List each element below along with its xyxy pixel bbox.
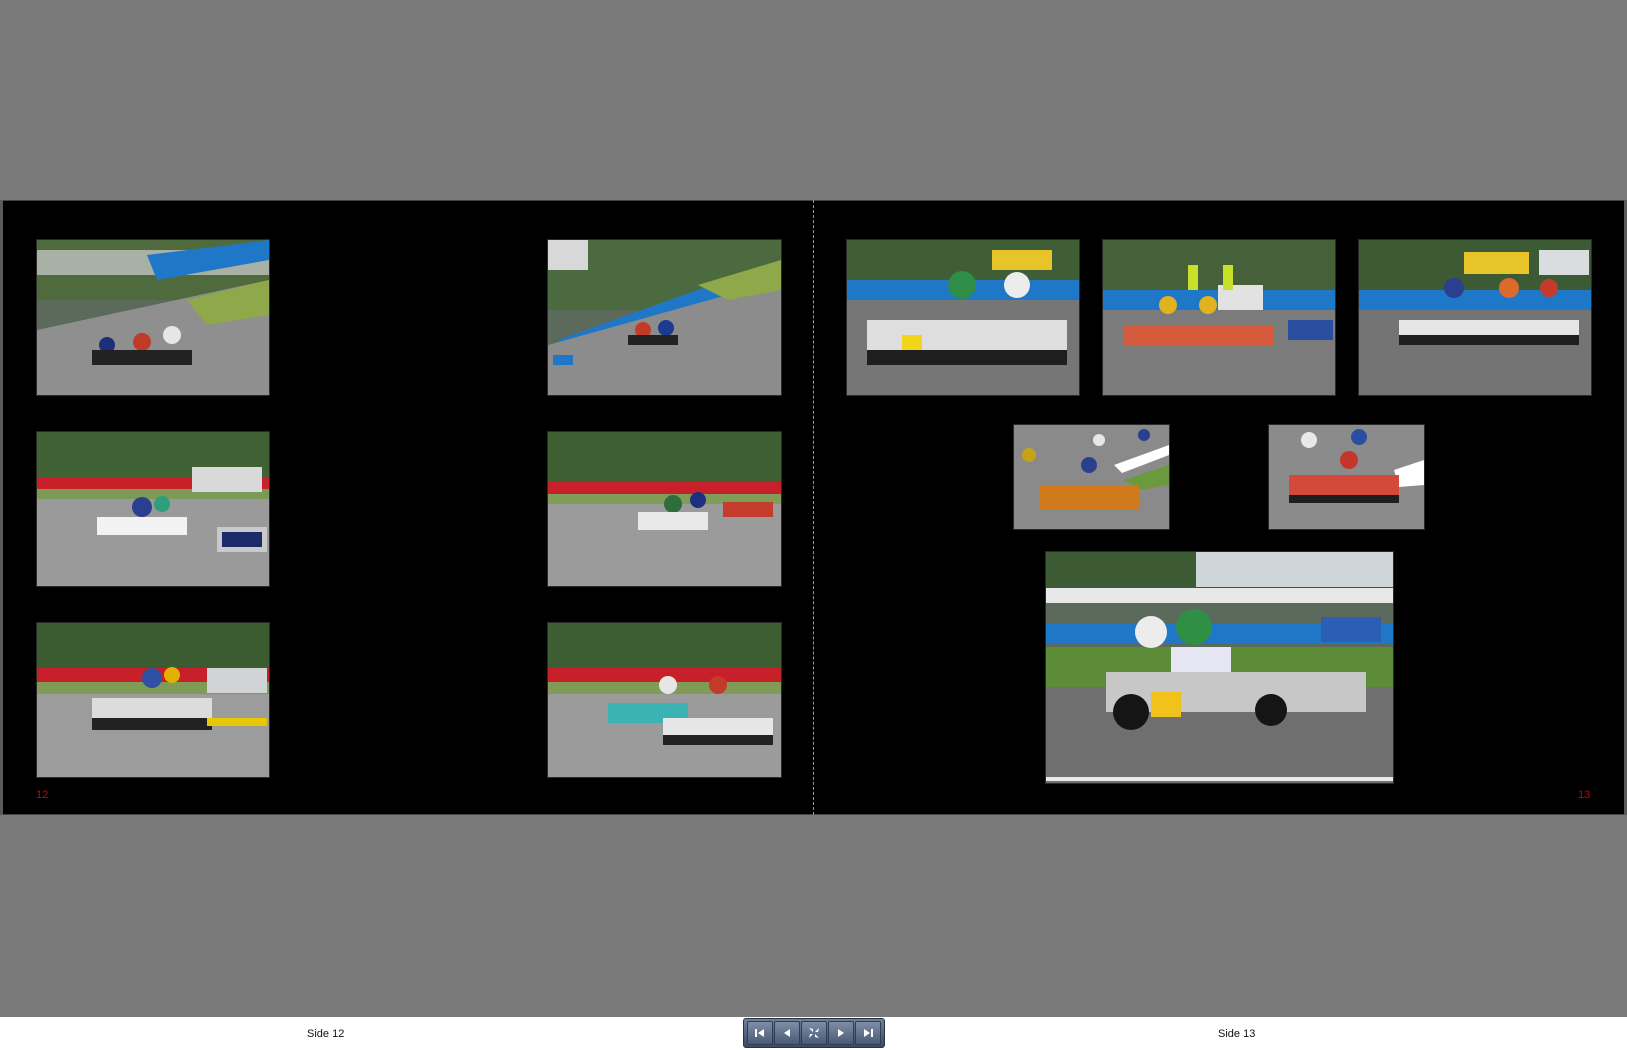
photo-karts-mjr-banner[interactable]: [1359, 240, 1591, 395]
photo-karts-pack-straight[interactable]: [548, 623, 781, 777]
photo-karts-marshals[interactable]: [1103, 240, 1335, 395]
fullscreen-collapse-icon: [809, 1028, 819, 1038]
next-icon: [838, 1029, 844, 1037]
photo-kart-number-10[interactable]: [847, 240, 1079, 395]
flipbook-viewer: 12 13 Side 12 Side 13: [0, 0, 1627, 1050]
photo-karts-curb-left[interactable]: [1014, 425, 1169, 529]
first-page-button[interactable]: [747, 1021, 773, 1045]
photo-kart-front-view[interactable]: [37, 623, 269, 777]
page-number-left: 12: [36, 789, 49, 801]
photo-kart-number-43[interactable]: [1046, 552, 1393, 783]
page-number-right: 13: [1578, 789, 1591, 801]
page-navigation-bar: [743, 1018, 885, 1048]
photo-karts-lecont-banner-2[interactable]: [548, 432, 781, 586]
previous-page-button[interactable]: [774, 1021, 800, 1045]
prev-icon: [784, 1029, 790, 1037]
page-fold-divider: [813, 200, 814, 815]
photo-karts-corner-group[interactable]: [37, 240, 269, 395]
skip-last-icon: [864, 1029, 873, 1037]
footer-page-label-left: Side 12: [307, 1028, 345, 1040]
spread-left-edge: [0, 200, 3, 815]
photo-karts-curb-right[interactable]: [1269, 425, 1424, 529]
skip-first-icon: [755, 1029, 764, 1037]
photo-karts-lecont-banner-1[interactable]: [37, 432, 269, 586]
footer-page-label-right: Side 13: [1218, 1028, 1256, 1040]
last-page-button[interactable]: [855, 1021, 881, 1045]
next-page-button[interactable]: [828, 1021, 854, 1045]
photo-kart-track-overview[interactable]: [548, 240, 781, 395]
fullscreen-button[interactable]: [801, 1021, 827, 1045]
